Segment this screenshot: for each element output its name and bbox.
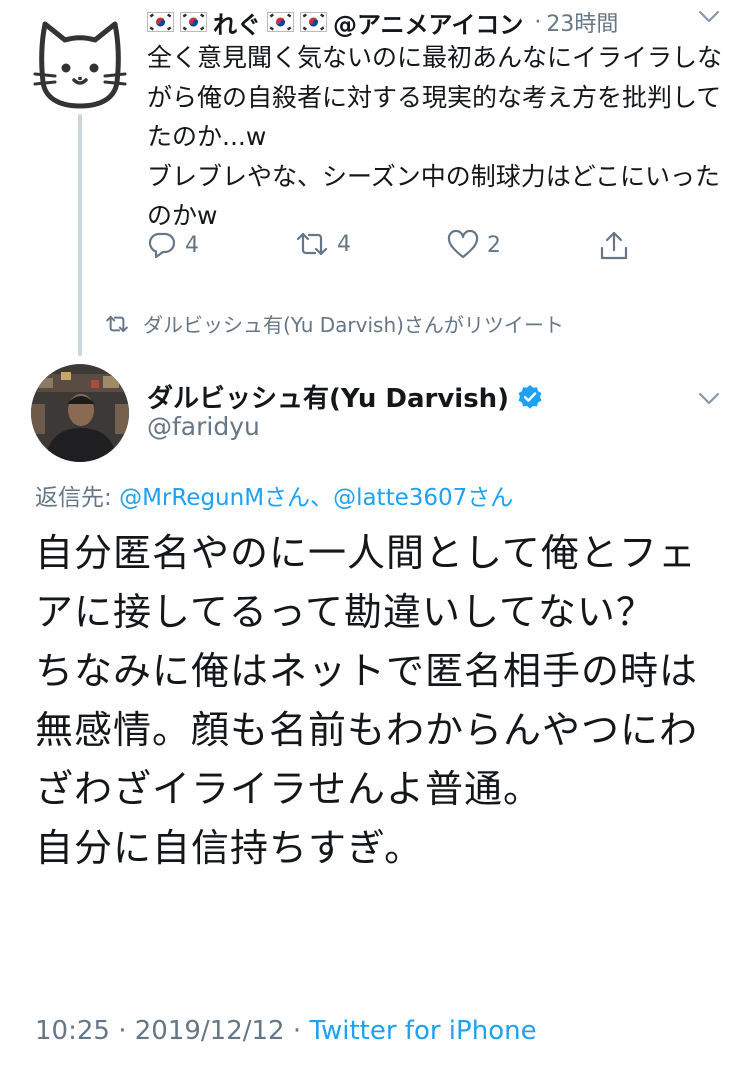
- chevron-down-icon[interactable]: [698, 10, 720, 24]
- tweet-meta: 10:25 · 2019/12/12 · Twitter for iPhone: [35, 1016, 537, 1046]
- first-tweet-time[interactable]: 23時間: [546, 6, 618, 38]
- main-tweet-text: 自分匿名やのに一人間として俺とフェアに接してるって勘違いしてない？ ちなみに俺は…: [35, 531, 699, 870]
- first-tweet-text: 全く意見聞く気ないのに最初あんなにイライラしながら俺の自殺者に対する現実的な考え…: [147, 43, 723, 230]
- reply-to-line: 返信先: @MrRegunMさん、@latte3607さん: [35, 478, 513, 512]
- korea-flag-icon: [147, 12, 174, 32]
- like-icon: [447, 230, 479, 259]
- tweet-time: 10:25: [35, 1016, 110, 1046]
- first-tweet-actions: 4 4 2: [147, 230, 647, 270]
- main-tweet-display-name[interactable]: ダルビッシュ有(Yu Darvish): [147, 378, 509, 415]
- reply-to-join: 、: [310, 485, 334, 511]
- main-tweet-handle[interactable]: @faridyu: [147, 412, 260, 441]
- meta-separator: ·: [109, 1016, 135, 1046]
- separator-dot: ·: [534, 9, 542, 35]
- korea-flag-icon: [267, 12, 294, 32]
- retweet-icon: [106, 315, 128, 332]
- reply-button[interactable]: 4: [147, 230, 199, 260]
- cat-avatar-icon[interactable]: [31, 14, 129, 112]
- tweet-date: 2019/12/12: [134, 1016, 285, 1046]
- retweet-button[interactable]: 4: [295, 230, 351, 258]
- reply-count: 4: [185, 232, 199, 258]
- retweet-icon: [296, 232, 328, 256]
- retweet-notice-text: ダルビッシュ有(Yu Darvish)さんがリツイート: [143, 313, 564, 337]
- meta-separator: ·: [284, 1016, 310, 1046]
- korea-flag-icon: [180, 12, 207, 32]
- tweet-source-link[interactable]: Twitter for iPhone: [309, 1016, 536, 1046]
- verified-badge-icon: [518, 384, 542, 409]
- like-count: 2: [487, 232, 501, 258]
- avatar[interactable]: [31, 364, 129, 462]
- main-tweet-name-row: ダルビッシュ有(Yu Darvish): [147, 378, 543, 415]
- reply-to-user-link[interactable]: @latte3607さん: [333, 485, 513, 511]
- like-button[interactable]: 2: [447, 230, 501, 260]
- first-tweet-handle-name[interactable]: @アニメアイコン: [333, 5, 523, 40]
- thread-line: [78, 114, 82, 356]
- retweet-notice[interactable]: ダルビッシュ有(Yu Darvish)さんがリツイート: [105, 309, 564, 338]
- first-tweet-header: れぐ @アニメアイコン · 23時間: [147, 4, 717, 40]
- chevron-down-icon[interactable]: [698, 392, 720, 406]
- reply-to-user-link[interactable]: @MrRegunMさん: [119, 485, 310, 511]
- share-button[interactable]: [599, 230, 637, 262]
- retweet-count: 4: [337, 231, 351, 257]
- reply-to-prefix: 返信先:: [35, 485, 120, 511]
- first-tweet-display-name[interactable]: れぐ: [213, 5, 261, 40]
- share-icon: [600, 231, 628, 260]
- reply-icon: [148, 232, 176, 259]
- korea-flag-icon: [300, 12, 327, 32]
